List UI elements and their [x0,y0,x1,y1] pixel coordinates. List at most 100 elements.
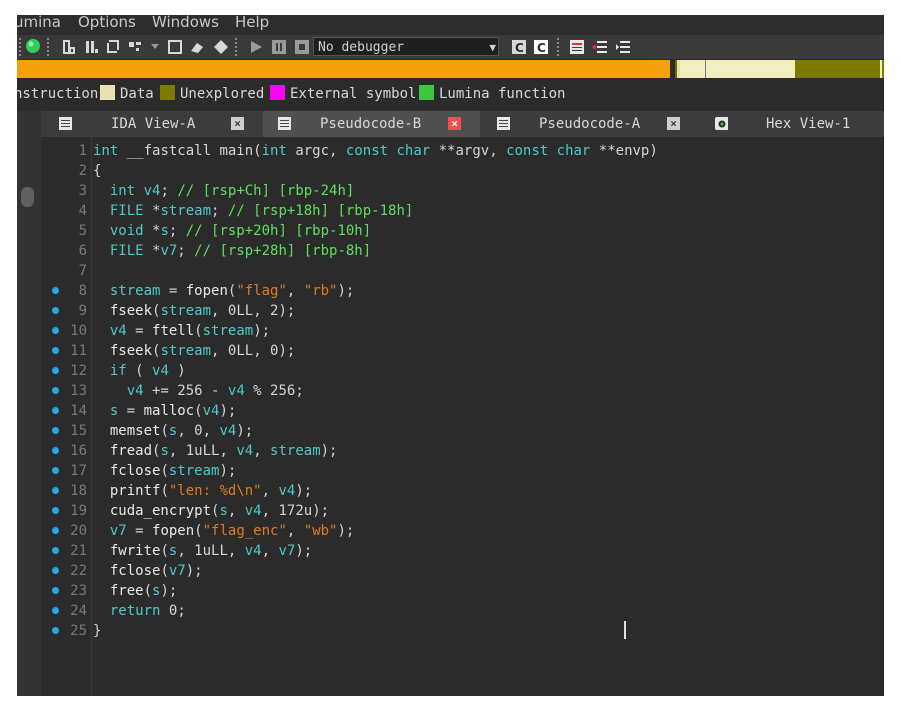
code-token: , [177,543,195,559]
tab-label: Hex View-1 [766,116,851,132]
code-line[interactable]: 21 fwrite(s, 1uLL, v4, v7); [17,541,884,561]
code-line[interactable]: 1 int __fastcall main(int argc, const cha… [17,141,884,161]
code-line[interactable]: 4 FILE *stream; // [rsp+18h] [rbp-18h] [17,201,884,221]
code-line[interactable]: 15 memset(s, 0, v4); [17,421,884,441]
code-token: , [227,543,245,559]
code-line[interactable]: 3 int v4; // [rsp+Ch] [rbp-24h] [17,181,884,201]
code-token: return [109,603,161,619]
code-line[interactable]: 11 fseek(stream, 0LL, 0); [17,341,884,361]
code-token: += [143,383,178,399]
list2-icon[interactable] [592,39,608,55]
close-icon[interactable]: × [231,117,244,130]
line-number: 25 [70,623,87,639]
status-green-icon[interactable] [25,38,41,54]
graph-icon[interactable] [189,39,205,55]
code-line[interactable]: 7 [17,261,884,281]
code-text: fclose(v7); [93,561,203,581]
stop-icon[interactable] [294,39,310,55]
code-line[interactable]: 17 fclose(stream); [17,461,884,481]
menu-lumina[interactable]: umina [17,15,61,32]
code-token: "rb" [303,283,338,299]
tab-ida-view-a[interactable]: IDA View-A × [41,111,263,137]
code-line[interactable]: 24 return 0; [17,601,884,621]
code-line[interactable]: 6 FILE *v7; // [rsp+28h] [rbp-8h] [17,241,884,261]
code-text: fclose(stream); [93,461,236,481]
code-line[interactable]: 25} [17,621,884,641]
line-number: 5 [78,223,87,239]
code-token: const char [506,143,591,159]
code-line[interactable]: 8 stream = fopen("flag", "rb"); [17,281,884,301]
code-token: ) [168,363,186,379]
list-icon[interactable] [569,39,585,55]
line-number: 15 [70,423,87,439]
list3-icon[interactable] [615,39,631,55]
navigation-band[interactable] [17,60,884,78]
code-token: "wb" [303,523,338,539]
tab-pseudocode-a[interactable]: Pseudocode-A × [480,111,698,137]
code-token: stream [160,343,212,359]
code-token: ); [295,483,313,499]
pause-icon[interactable] [271,39,287,55]
code-token: int [93,143,119,159]
code-token: ; [177,603,186,619]
close-icon[interactable]: × [667,117,680,130]
toolbar-separator [557,38,559,56]
code-line[interactable]: 16 fread(s, 1uLL, v4, stream); [17,441,884,461]
code-token: stream [109,283,161,299]
c2-icon[interactable]: C [533,39,549,55]
menu-help[interactable]: Help [235,15,269,32]
play-icon[interactable] [248,39,264,55]
code-text: } [93,621,101,641]
code-token: ( [126,363,153,379]
code-token: ftell [152,323,195,339]
patch-icon[interactable] [127,39,143,55]
diamond-icon[interactable] [213,39,229,55]
code-token: ); [160,583,178,599]
code-line[interactable]: 9 fseek(stream, 0LL, 2); [17,301,884,321]
chevron-down-icon[interactable] [150,43,160,59]
code-line[interactable]: 23 free(s); [17,581,884,601]
ida-icon[interactable] [83,39,99,55]
refresh-icon[interactable] [105,39,121,55]
code-token: fopen [185,283,228,299]
menu-windows[interactable]: Windows [152,15,219,32]
code-token: ; [177,243,195,259]
close-icon[interactable]: × [448,117,461,130]
code-line[interactable]: 2{ [17,161,884,181]
line-number: 6 [78,243,87,259]
code-line[interactable]: 22 fclose(v7); [17,561,884,581]
code-token: , [253,343,271,359]
code-token: v4 [236,443,254,459]
code-line[interactable]: 19 cuda_encrypt(s, v4, 172u); [17,501,884,521]
debugger-select[interactable]: No debugger ▼ [313,37,499,56]
code-token: = [126,323,153,339]
tab-label: Pseudocode-A [539,116,641,132]
code-token: v4 [278,483,296,499]
code-token: if [109,363,127,379]
code-line[interactable]: 13 v4 += 256 - v4 % 256; [17,381,884,401]
code-token: "flag" [236,283,287,299]
dropdown-arrow-icon[interactable]: ▼ [489,38,496,57]
tab-hex-view-1[interactable]: Hex View-1 [698,111,884,137]
code-line[interactable]: 10 v4 = ftell(stream); [17,321,884,341]
code-line[interactable]: 12 if ( v4 ) [17,361,884,381]
code-line[interactable]: 14 s = malloc(v4); [17,401,884,421]
tab-pseudocode-b[interactable]: Pseudocode-B × [263,111,480,137]
code-line[interactable]: 18 printf("len: %d\n", v4); [17,481,884,501]
edit-icon[interactable] [61,39,77,55]
menu-bar: umina Options Windows Help [17,15,884,35]
code-token: FILE [109,243,144,259]
menu-options[interactable]: Options [78,15,136,32]
code-line[interactable]: 20 v7 = fopen("flag_enc", "wb"); [17,521,884,541]
code-token: ); [320,443,338,459]
code-token: , [168,443,186,459]
pseudocode-editor[interactable]: 1 int __fastcall main(int argc, const cha… [17,137,884,696]
line-number: 22 [70,563,87,579]
code-line[interactable]: 5 void *s; // [rsp+20h] [rbp-10h] [17,221,884,241]
c-icon[interactable]: C [511,39,527,55]
box-icon[interactable] [167,39,183,55]
